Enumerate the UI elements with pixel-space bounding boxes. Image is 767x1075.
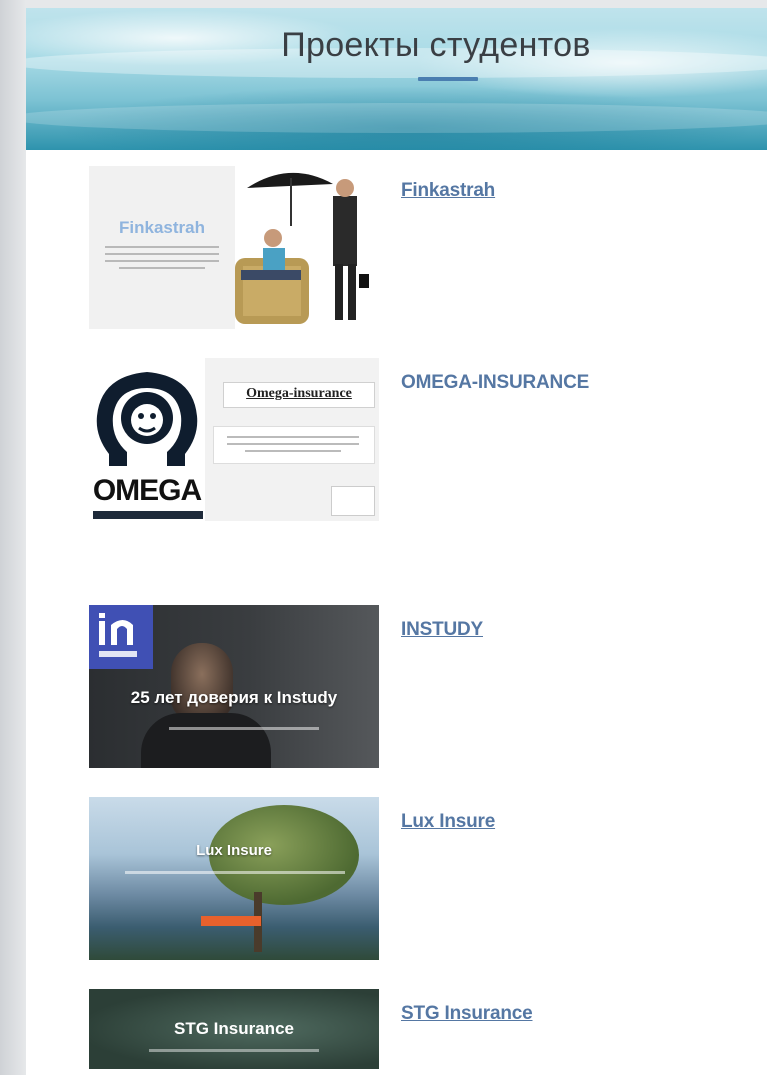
project-link-lux-insure[interactable]: Lux Insure (401, 811, 495, 833)
project-thumbnail[interactable]: OMEGA Omega-insurance (89, 358, 379, 521)
title-underline (418, 77, 478, 81)
thumbnail-page-preview: Omega-insurance (205, 358, 379, 521)
umbrella-man-illustration (235, 172, 369, 324)
text-line (119, 267, 205, 269)
project-link-omega-insurance[interactable]: OMEGA-INSURANCE (401, 372, 589, 394)
instudy-logo-icon (89, 605, 153, 669)
thumbnail-text-panel: Finkastrah (89, 166, 235, 329)
omega-logo-text: OMEGA (92, 474, 202, 507)
text-line (105, 253, 219, 255)
text-line (227, 443, 359, 445)
text-line (105, 246, 219, 248)
page: Проекты студентов Finkastrah Finkastrah … (26, 8, 767, 1075)
page-title: Проекты студентов (281, 26, 591, 64)
lion-logo-icon (96, 372, 198, 466)
project-thumbnail[interactable]: Finkastrah (89, 166, 379, 329)
omega-logo-panel: OMEGA (89, 358, 205, 521)
instudy-logo-mark (99, 613, 137, 657)
thumbnail-subtitle-line (169, 727, 319, 730)
thumbnail-subtitle-line (125, 871, 345, 874)
banner-wave (26, 103, 767, 133)
thumbnail-photo (235, 166, 379, 329)
mini-form (331, 486, 375, 516)
text-line (245, 450, 341, 452)
text-line (227, 436, 359, 438)
thumbnail-title: Omega-insurance (223, 382, 375, 408)
project-link-instudy[interactable]: INSTUDY (401, 619, 483, 641)
project-link-finkastrah[interactable]: Finkastrah (401, 180, 495, 202)
thumbnail-title: Finkastrah (119, 218, 205, 237)
text-box (213, 426, 375, 464)
project-link-stg-insurance[interactable]: STG Insurance (401, 1003, 533, 1025)
logo-bar (93, 511, 203, 519)
thumbnail-title: Lux Insure (196, 842, 272, 859)
thumbnail-title: 25 лет доверия к Instudy (130, 688, 338, 707)
text-line (105, 260, 219, 262)
thumbnail-cta-button (201, 916, 261, 926)
project-thumbnail[interactable]: STG Insurance (89, 989, 379, 1069)
man-suit (141, 713, 271, 768)
project-thumbnail[interactable]: 25 лет доверия к Instudy (89, 605, 379, 768)
thumbnail-subtitle-line (149, 1049, 319, 1052)
man-photo (171, 643, 233, 721)
project-thumbnail[interactable]: Lux Insure (89, 797, 379, 960)
header-banner: Проекты студентов (26, 8, 767, 150)
thumbnail-title: STG Insurance (174, 1019, 294, 1038)
